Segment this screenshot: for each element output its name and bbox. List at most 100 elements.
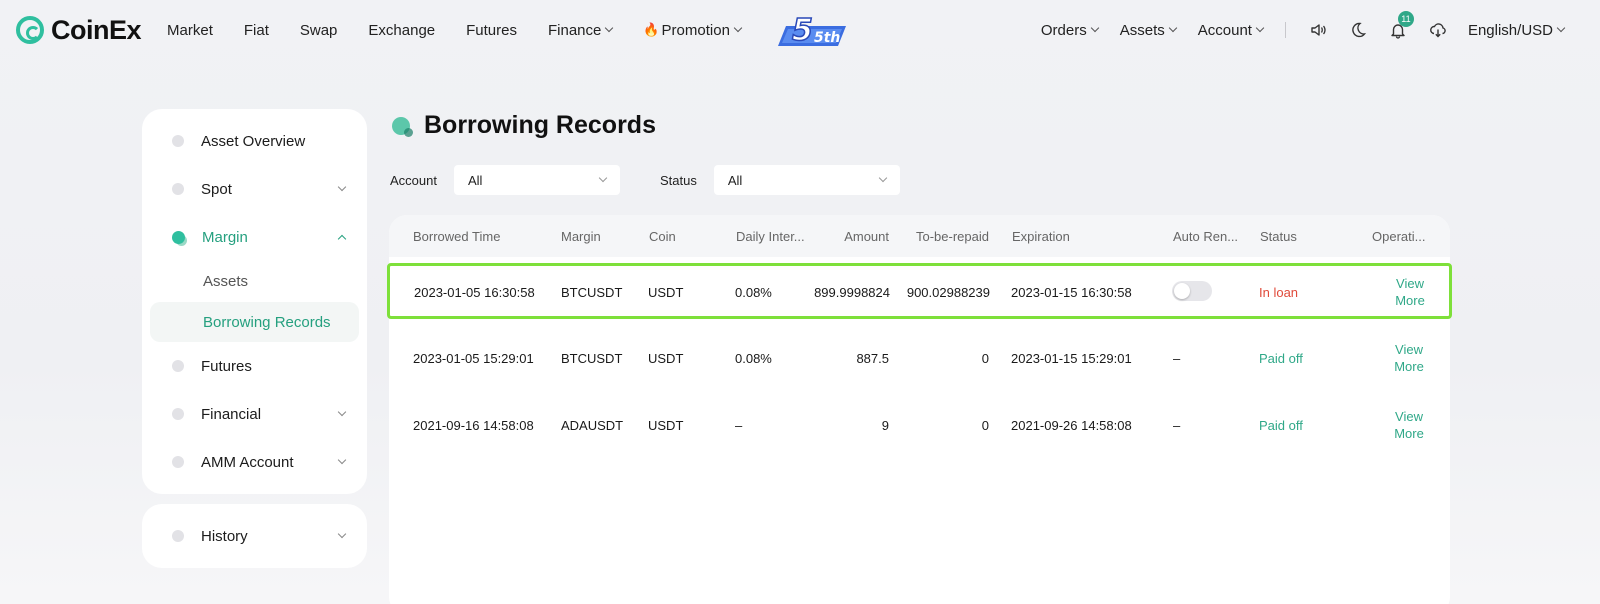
nav-exchange-label: Exchange [368, 21, 436, 39]
cell-margin: ADAUSDT [561, 418, 624, 433]
sidebar-item-label: Spot [201, 180, 232, 198]
view-more-link[interactable]: View More [1390, 275, 1430, 309]
column-header-expiration[interactable]: Expiration [1012, 229, 1070, 244]
anniversary-badge[interactable]: 5 5th [772, 12, 848, 49]
spot-icon [172, 183, 184, 195]
top-navigation: CoinEx Market Fiat Swap Exchange Futures… [0, 0, 1600, 60]
cell-amount: 887.5 [856, 351, 889, 366]
cell-daily-interest: 0.08% [735, 285, 772, 300]
chevron-down-icon [598, 173, 608, 183]
sidebar-item-financial[interactable]: Financial [172, 394, 347, 434]
table-row[interactable]: 2021-09-16 14:58:08 ADAUSDT USDT – 9 0 2… [389, 396, 1450, 452]
nav-account[interactable]: Account [1197, 21, 1265, 39]
view-more-link-line2: More [1394, 359, 1424, 374]
history-icon [172, 530, 184, 542]
nav-futures[interactable]: Futures [466, 22, 517, 39]
page-header: Borrowing Records [392, 111, 656, 140]
svg-text:5: 5 [792, 13, 813, 48]
chevron-down-icon [605, 23, 614, 33]
status-filter-value: All [727, 172, 743, 188]
chevron-down-icon [1090, 23, 1099, 33]
theme-toggle-button[interactable] [1348, 20, 1368, 40]
cell-borrowed-time: 2021-09-16 14:58:08 [413, 418, 534, 433]
sidebar-item-futures[interactable]: Futures [172, 346, 345, 386]
sidebar-item-label: Financial [201, 405, 262, 423]
sidebar-item-amm-account[interactable]: AMM Account [172, 442, 347, 482]
cell-margin: BTCUSDT [561, 351, 623, 366]
speaker-icon [1311, 24, 1326, 36]
cell-to-be-repaid: 0 [981, 351, 989, 366]
cell-to-be-repaid: 900.02988239 [906, 285, 990, 300]
amm-icon [172, 456, 184, 468]
nav-account-label: Account [1197, 21, 1252, 39]
view-more-link[interactable]: View More [1389, 408, 1429, 442]
language-currency-selector[interactable]: English/USD [1467, 21, 1566, 39]
column-header-coin[interactable]: Coin [649, 229, 676, 244]
table-header: Borrowed Time Margin Coin Daily Inter...… [389, 215, 1450, 257]
sidebar: Asset Overview Spot Margin Assets Borrow… [142, 109, 367, 494]
account-filter-value: All [467, 172, 483, 188]
sidebar-item-margin[interactable]: Margin [172, 217, 347, 257]
borrowing-records-table: Borrowed Time Margin Coin Daily Inter...… [387, 215, 1452, 604]
nav-market[interactable]: Market [167, 22, 213, 39]
column-header-daily-interest[interactable]: Daily Inter... [736, 229, 805, 244]
sidebar-subitem-label: Assets [203, 272, 249, 290]
column-header-amount[interactable]: Amount [844, 229, 889, 244]
account-filter-select[interactable]: All [453, 165, 620, 195]
nav-swap-label: Swap [299, 21, 338, 39]
sidebar-item-label: History [201, 527, 248, 545]
download-app-button[interactable] [1428, 20, 1448, 40]
nav-exchange[interactable]: Exchange [368, 22, 435, 39]
sidebar-subitem-assets[interactable]: Assets [150, 261, 359, 301]
sidebar-subitem-borrowing-records[interactable]: Borrowing Records [150, 302, 359, 342]
filter-bar: Account All Status All [390, 165, 940, 195]
cell-coin: USDT [648, 285, 684, 300]
column-header-auto-renew[interactable]: Auto Ren... [1173, 229, 1238, 244]
flame-icon: 🔥 [643, 22, 660, 37]
nav-orders-label: Orders [1040, 21, 1087, 39]
sidebar-item-asset-overview[interactable]: Asset Overview [172, 121, 345, 161]
cell-status: Paid off [1259, 418, 1303, 433]
notifications-button[interactable]: 11 [1388, 11, 1414, 40]
status-filter-select[interactable]: All [713, 165, 900, 195]
cloud-download-icon [1430, 23, 1446, 38]
table-row[interactable]: 2023-01-05 15:29:01 BTCUSDT USDT 0.08% 8… [389, 329, 1450, 385]
sidebar-item-history[interactable]: History [172, 516, 347, 556]
status-filter-label: Status [659, 172, 697, 188]
column-header-status[interactable]: Status [1260, 229, 1297, 244]
cell-to-be-repaid: 0 [981, 418, 989, 433]
auto-renew-toggle[interactable] [1172, 281, 1212, 301]
coinex-logo[interactable]: CoinEx [16, 15, 142, 46]
sidebar-subitem-label: Borrowing Records [203, 313, 331, 331]
nav-market-label: Market [167, 21, 213, 39]
column-header-operation[interactable]: Operati... [1372, 229, 1425, 244]
cell-coin: USDT [648, 418, 684, 433]
view-more-link[interactable]: View More [1389, 341, 1429, 375]
nav-promotion[interactable]: 🔥 Promotion [643, 22, 743, 39]
language-label: English/USD [1467, 21, 1553, 39]
column-header-to-be-repaid[interactable]: To-be-repaid [916, 229, 989, 244]
nav-fiat[interactable]: Fiat [244, 22, 269, 39]
sound-button[interactable] [1308, 20, 1328, 40]
nav-assets[interactable]: Assets [1120, 22, 1177, 39]
chevron-down-icon [1255, 23, 1265, 33]
borrowing-records-icon [392, 116, 413, 137]
column-header-borrowed-time[interactable]: Borrowed Time [413, 229, 500, 244]
cell-borrowed-time: 2023-01-05 15:29:01 [413, 351, 534, 366]
sidebar-item-spot[interactable]: Spot [172, 169, 347, 209]
nav-divider [1284, 22, 1286, 38]
chevron-down-icon [733, 23, 743, 33]
cell-coin: USDT [648, 351, 684, 366]
view-more-link-line2: More [1395, 293, 1425, 308]
sidebar-item-label: Margin [202, 228, 248, 246]
table-row[interactable]: 2023-01-05 16:30:58 BTCUSDT USDT 0.08% 8… [387, 263, 1452, 319]
cell-status: In loan [1259, 285, 1299, 300]
nav-swap[interactable]: Swap [300, 22, 338, 39]
nav-fiat-label: Fiat [243, 21, 269, 39]
cell-daily-interest: 0.08% [735, 351, 772, 366]
nav-finance[interactable]: Finance [548, 22, 614, 39]
nav-orders[interactable]: Orders [1040, 21, 1099, 39]
column-header-margin[interactable]: Margin [561, 229, 601, 244]
chevron-down-icon [337, 455, 347, 465]
cell-expiration: 2023-01-15 15:29:01 [1011, 351, 1132, 366]
